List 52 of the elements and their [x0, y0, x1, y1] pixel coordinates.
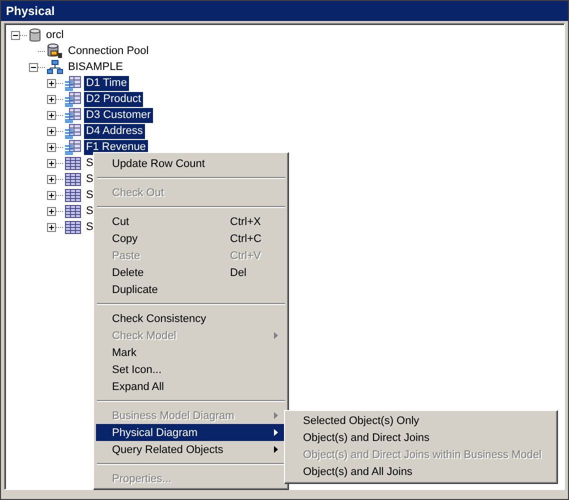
connection-pool-icon [47, 43, 63, 59]
menu-item[interactable]: Object(s) and Direct Joins [287, 430, 553, 447]
tree-item[interactable]: S [84, 156, 96, 170]
tree-item[interactable]: D3 Customer [84, 108, 153, 122]
tree-item[interactable]: D4 Address [84, 124, 145, 138]
tree-item[interactable]: D2 Product [84, 92, 144, 106]
menu-item[interactable]: Physical Diagram [96, 424, 286, 441]
menu-item[interactable]: Duplicate [96, 281, 286, 298]
tree-item[interactable]: S [84, 172, 96, 186]
tree-item[interactable]: BISAMPLE [66, 60, 126, 74]
table-icon [65, 156, 81, 170]
expander-icon[interactable] [47, 222, 56, 232]
menu-item[interactable]: Mark [96, 344, 286, 361]
table-alias-icon [65, 124, 81, 138]
tree-item[interactable]: D1 Time [84, 76, 129, 90]
menu-item[interactable]: Cut Ctrl+X [96, 213, 286, 230]
tree-item[interactable]: orcl [44, 28, 66, 42]
table-icon [65, 204, 81, 218]
expander-icon[interactable] [47, 190, 56, 200]
tree-item[interactable]: S [84, 188, 96, 202]
panel-title: Physical [6, 4, 55, 18]
expander-icon[interactable] [47, 174, 56, 184]
menu-item[interactable]: Check Consistency [96, 310, 286, 327]
menu-item[interactable]: Delete Del [96, 264, 286, 281]
expander-icon[interactable] [11, 30, 20, 40]
network-icon [47, 60, 63, 74]
menu-item[interactable]: Expand All [96, 378, 286, 395]
menu-item[interactable]: Copy Ctrl+C [96, 230, 286, 247]
table-icon [65, 220, 81, 234]
tree-item[interactable]: S [84, 204, 96, 218]
menu-item[interactable]: Update Row Count [96, 155, 286, 172]
expander-icon[interactable] [47, 94, 56, 104]
expander-icon[interactable] [47, 206, 56, 216]
menu-item[interactable]: Object(s) and All Joins [287, 464, 553, 481]
table-alias-icon [65, 140, 81, 154]
table-alias-icon [65, 108, 81, 122]
table-icon [65, 188, 81, 202]
table-alias-icon [65, 92, 81, 106]
expander-icon[interactable] [47, 158, 56, 168]
expander-icon[interactable] [47, 126, 56, 136]
expander-icon[interactable] [47, 142, 56, 152]
menu-item[interactable]: Set Icon... [96, 361, 286, 378]
table-alias-icon [65, 76, 81, 90]
expander-icon[interactable] [47, 78, 56, 88]
tree-item[interactable]: Connection Pool [66, 44, 151, 58]
database-icon [29, 28, 41, 42]
expander-icon[interactable] [29, 62, 38, 72]
table-icon [65, 172, 81, 186]
menu-item[interactable]: Query Related Objects [96, 441, 286, 458]
menu-item[interactable]: Selected Object(s) Only [287, 413, 553, 430]
tree-item[interactable]: S [84, 220, 96, 234]
expander-icon[interactable] [47, 110, 56, 120]
